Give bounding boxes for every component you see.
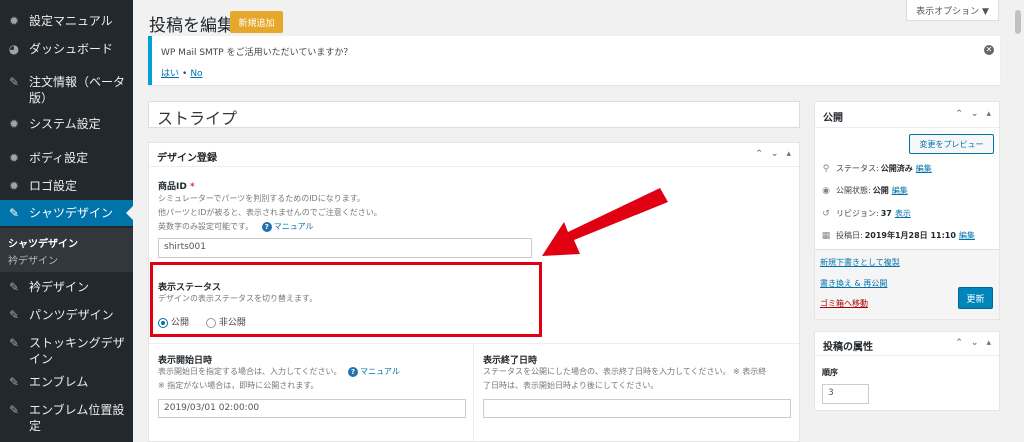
eye-icon: ◉ [822, 185, 830, 196]
pin-icon: ⚲ [822, 163, 830, 174]
dashboard-icon: ◕ [8, 42, 20, 56]
sidebar-item-collar-design[interactable]: ✎ 衿デザイン [0, 279, 133, 295]
pin-icon: ✎ [8, 308, 20, 322]
add-new-button[interactable]: 新規追加 [230, 11, 283, 33]
red-arrow-icon [542, 188, 668, 256]
move-down-icon[interactable]: ⌄ [771, 149, 779, 159]
publish-box-header: 公開 ⌃ ⌄ ▴ [815, 102, 999, 128]
attributes-box-header: 投稿の属性 ⌃ ⌄ ▴ [815, 332, 999, 356]
sidebar-item-stocking-design[interactable]: ✎ ストッキングデザイン [0, 335, 133, 367]
edit-date-link[interactable]: 編集 [959, 230, 975, 241]
pin-icon: ✎ [8, 403, 20, 417]
publish-revision-row: ↺ リビジョン: 37 表示 [822, 208, 911, 219]
sidebar-item-logo-settings[interactable]: ✹ ロゴ設定 [0, 178, 133, 194]
sidebar-item-emblem-position[interactable]: ✎ エンブレム位置設定 [0, 402, 133, 434]
calendar-icon: ▦ [821, 230, 831, 241]
move-down-icon[interactable]: ⌄ [971, 109, 979, 119]
product-id-input[interactable]: shirts001 [158, 238, 532, 258]
admin-sidebar: ✹ 設定マニュアル ◕ ダッシュボード ✎ 注文情報（ベータ版） ✹ システム設… [0, 0, 133, 442]
end-date-input[interactable] [483, 399, 791, 418]
end-date-desc: ステータスを公開にした場合の、表示終了日時を入力してください。 ※ 表示終 了日… [483, 367, 767, 390]
notice-yes-link[interactable]: はい [161, 69, 179, 79]
sidebar-item-pants-design[interactable]: ✎ パンツデザイン [0, 307, 133, 323]
publish-actions: 新規下書きとして複製 書き換え & 再公開 ゴミ箱へ移動 更新 [815, 249, 999, 319]
edit-visibility-link[interactable]: 編集 [892, 185, 908, 196]
publish-status-row: ⚲ ステータス: 公開済み 編集 [822, 163, 932, 174]
submenu-item-collar-design[interactable]: 衿デザイン [8, 252, 58, 267]
sidebar-item-orders[interactable]: ✎ 注文情報（ベータ版） [0, 74, 133, 106]
toggle-panel-icon[interactable]: ▴ [986, 338, 991, 348]
close-icon[interactable]: ✕ [984, 45, 994, 55]
gear-icon: ✹ [8, 179, 20, 193]
start-date-manual-link[interactable]: ? マニュアル [348, 366, 400, 377]
publish-box-title: 公開 [823, 113, 843, 124]
start-date-desc: 表示開始日を指定する場合は、入力してください。 ? マニュアル ※ 指定がない場合… [158, 366, 400, 390]
submenu-item-shirt-design[interactable]: シャツデザイン [8, 235, 78, 250]
help-icon: ? [261, 221, 272, 232]
order-label: 順序 [822, 368, 838, 377]
toggle-panel-icon[interactable]: ▴ [986, 109, 991, 119]
product-id-manual-link[interactable]: ? マニュアル [261, 221, 314, 232]
order-input[interactable]: 3 [822, 384, 869, 404]
history-icon: ↺ [822, 208, 830, 219]
help-icon: ? [348, 366, 359, 377]
gear-icon: ✹ [8, 14, 20, 28]
divider [473, 343, 474, 442]
sidebar-item-system-settings[interactable]: ✹ システム設定 [0, 116, 133, 132]
post-attributes-box: 投稿の属性 ⌃ ⌄ ▴ 順序 3 [814, 331, 1000, 411]
gear-icon: ✹ [8, 151, 20, 165]
scrollbar-thumb[interactable] [1015, 10, 1021, 34]
sidebar-item-body-settings[interactable]: ✹ ボディ設定 [0, 150, 133, 166]
publish-box: 公開 ⌃ ⌄ ▴ 変更をプレビュー ⚲ ステータス: 公開済み 編集 ◉ 公開状態: 公開… [814, 101, 1000, 320]
gear-icon: ✹ [8, 117, 20, 131]
page-title: 投稿を編集 [149, 16, 234, 36]
toggle-panel-icon[interactable]: ▴ [786, 149, 791, 159]
post-title-input[interactable]: ストライプ [148, 101, 800, 128]
product-id-label: 商品ID * [158, 182, 195, 192]
sidebar-item-settings-manual[interactable]: ✹ 設定マニュアル [0, 13, 133, 29]
pin-icon: ✎ [8, 336, 20, 350]
design-box-header: デザイン登録 ⌃ ⌄ ▴ [149, 143, 799, 167]
screen-options-button[interactable]: 表示オプション ▼ [906, 0, 999, 21]
notice-links: はい • No [161, 69, 203, 79]
notice-no-link[interactable]: No [190, 69, 202, 79]
divider [149, 343, 799, 344]
pin-icon: ✎ [8, 206, 20, 220]
shirt-design-submenu: シャツデザイン 衿デザイン [0, 228, 133, 272]
notice-text: WP Mail SMTP をご活用いただいていますか？ [161, 48, 353, 58]
duplicate-draft-link[interactable]: 新規下書きとして複製 [820, 257, 900, 268]
sidebar-item-dashboard[interactable]: ◕ ダッシュボード [0, 41, 133, 57]
highlight-box [150, 262, 542, 337]
move-up-icon[interactable]: ⌃ [955, 338, 963, 348]
publish-date-row: ▦ 投稿日: 2019年1月28日 11:10 編集 [821, 230, 975, 241]
attributes-box-title: 投稿の属性 [823, 342, 873, 353]
page-scrollbar[interactable] [1012, 0, 1024, 442]
pin-icon: ✎ [8, 75, 20, 89]
product-id-desc: シミュレーターでパーツを判別するためのIDになります。 他パーツとIDが被ると、… [158, 194, 382, 232]
move-up-icon[interactable]: ⌃ [755, 149, 763, 159]
publish-visibility-row: ◉ 公開状態: 公開 編集 [822, 185, 908, 196]
pin-icon: ✎ [8, 375, 20, 389]
update-button[interactable]: 更新 [958, 287, 993, 309]
start-date-input[interactable]: 2019/03/01 02:00:00 [158, 399, 466, 418]
move-to-trash-link[interactable]: ゴミ箱へ移動 [820, 298, 868, 309]
edit-status-link[interactable]: 編集 [916, 163, 932, 174]
rewrite-republish-link[interactable]: 書き換え & 再公開 [820, 278, 887, 289]
sidebar-item-emblem[interactable]: ✎ エンブレム [0, 374, 133, 390]
required-mark: * [189, 182, 195, 192]
design-box-title: デザイン登録 [157, 153, 217, 164]
move-down-icon[interactable]: ⌄ [971, 338, 979, 348]
smtp-notice: WP Mail SMTP をご活用いただいていますか？ はい • No ✕ [148, 36, 1000, 85]
sidebar-item-shirt-design[interactable]: ✎ シャツデザイン [0, 200, 133, 226]
preview-changes-button[interactable]: 変更をプレビュー [909, 134, 994, 154]
view-revisions-link[interactable]: 表示 [895, 208, 911, 219]
pin-icon: ✎ [8, 280, 20, 294]
move-up-icon[interactable]: ⌃ [955, 109, 963, 119]
